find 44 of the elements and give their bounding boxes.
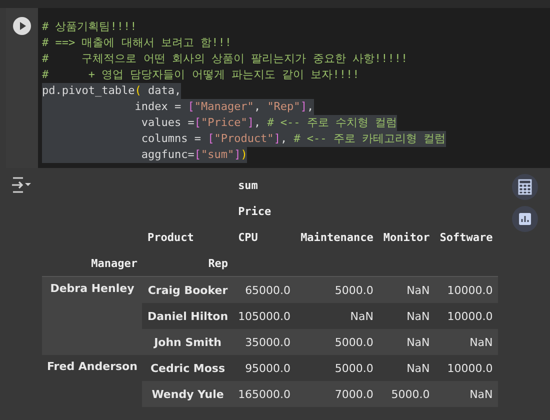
table-cell: 5000.0 bbox=[296, 276, 378, 303]
column-header: Monitor bbox=[382, 230, 431, 246]
table-cell: 35000.0 bbox=[233, 329, 296, 355]
table-cell: 165000.0 bbox=[233, 381, 296, 407]
output-toggle-icon[interactable] bbox=[10, 176, 32, 194]
table-cell: 65000.0 bbox=[233, 276, 296, 303]
column-header: Maintenance bbox=[300, 230, 374, 246]
code-line: # 구체적으로 어떤 회사의 상품이 팔리는지가 중요한 사항!!!!! bbox=[42, 51, 408, 67]
table-cell: 5000.0 bbox=[296, 329, 378, 355]
table-cell: 10000.0 bbox=[434, 355, 498, 381]
column-header: Software bbox=[438, 230, 494, 246]
row-index-label: John Smith bbox=[142, 329, 234, 355]
row-index-label: Craig Booker bbox=[142, 276, 234, 303]
index-name: Rep bbox=[142, 250, 234, 276]
table-cell: NaN bbox=[434, 381, 498, 407]
table-icon[interactable] bbox=[512, 174, 538, 200]
table-cell: 10000.0 bbox=[434, 303, 498, 329]
row-index-label: Daniel Hilton bbox=[142, 303, 234, 329]
index-name: Manager bbox=[42, 250, 142, 276]
table-cell: 105000.0 bbox=[233, 303, 296, 329]
row-index-label: Fred Anderson bbox=[42, 355, 142, 407]
table-cell: 5000.0 bbox=[296, 355, 378, 381]
table-cell: 95000.0 bbox=[233, 355, 296, 381]
table-cell: 7000.0 bbox=[296, 381, 378, 407]
run-button[interactable] bbox=[12, 16, 32, 36]
row-index-label: Wendy Yule bbox=[142, 381, 234, 407]
table-cell: NaN bbox=[378, 329, 435, 355]
row-index-label: Debra Henley bbox=[42, 276, 142, 355]
column-header: Price bbox=[238, 204, 272, 218]
code-line: # ==> 매출에 대해서 보려고 함!!! bbox=[42, 35, 232, 51]
row-index-label: Cedric Moss bbox=[142, 355, 234, 381]
code-line: # + 영업 담당자들이 어떻게 파는지도 같이 보자!!!! bbox=[42, 67, 360, 83]
table-cell: NaN bbox=[378, 303, 435, 329]
table-cell: NaN bbox=[296, 303, 378, 329]
code-line: # 상품기획팀!!!! bbox=[42, 19, 137, 35]
table-cell: NaN bbox=[378, 355, 435, 381]
table-cell: NaN bbox=[378, 276, 435, 303]
table-cell: 10000.0 bbox=[434, 276, 498, 303]
column-header: CPU bbox=[237, 230, 259, 246]
table-cell: NaN bbox=[434, 329, 498, 355]
bar-chart-icon[interactable] bbox=[512, 206, 538, 232]
column-header: sum bbox=[238, 178, 258, 192]
column-level-label: Product bbox=[146, 230, 195, 246]
table-cell: 5000.0 bbox=[378, 381, 435, 407]
